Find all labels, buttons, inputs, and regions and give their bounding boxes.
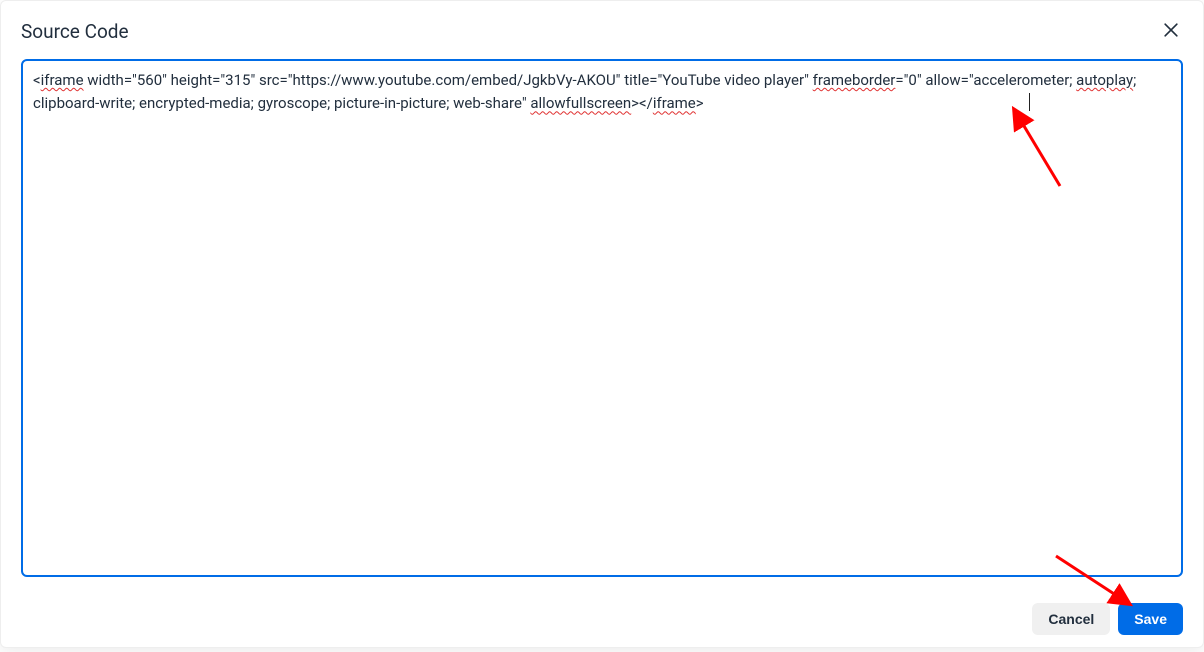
cancel-button[interactable]: Cancel [1032, 603, 1110, 635]
close-icon [1161, 20, 1181, 43]
dialog-header: Source Code [21, 19, 1183, 43]
dialog-footer: Cancel Save [21, 603, 1183, 635]
source-code-dialog: Source Code <iframe width="560" height="… [0, 0, 1204, 648]
code-textarea-wrap: <iframe width="560" height="315" src="ht… [21, 59, 1183, 581]
close-button[interactable] [1159, 19, 1183, 43]
save-button[interactable]: Save [1118, 603, 1183, 635]
dialog-title: Source Code [21, 20, 129, 43]
source-code-textarea[interactable] [21, 59, 1183, 577]
